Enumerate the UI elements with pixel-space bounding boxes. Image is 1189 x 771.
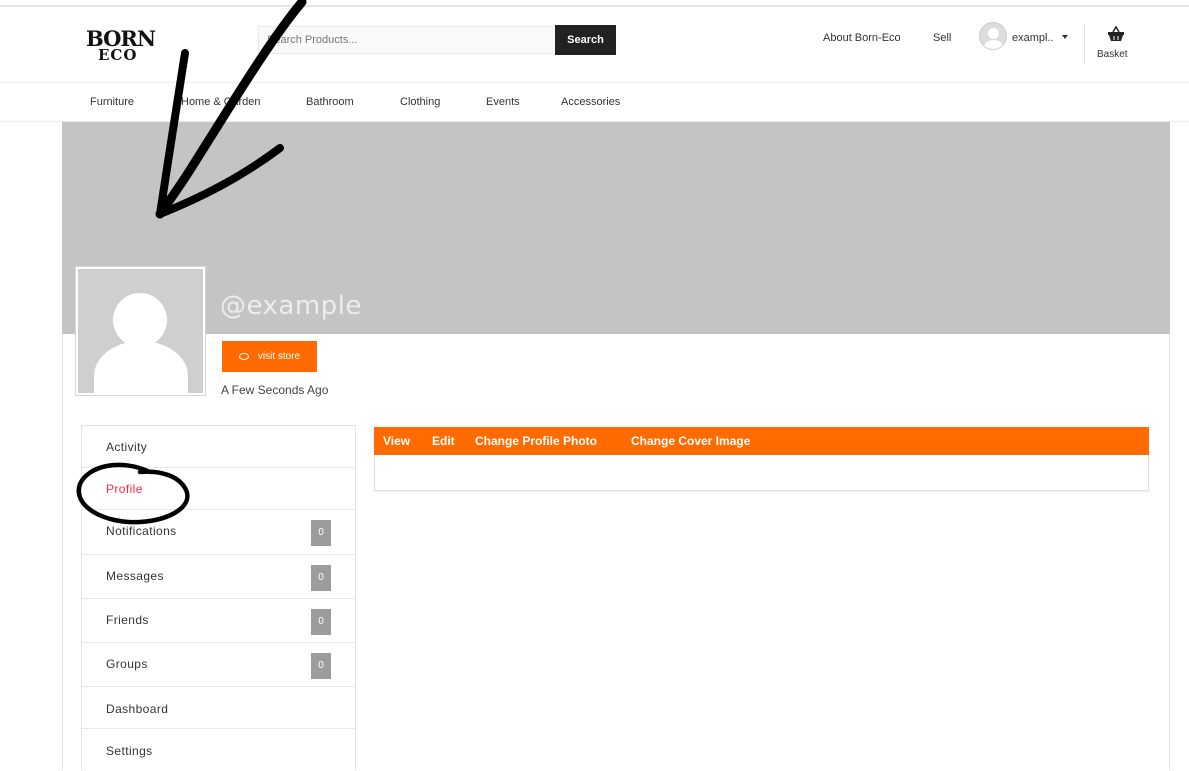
- tab-change-profile-photo[interactable]: Change Profile Photo: [475, 434, 597, 448]
- friends-count-badge: 0: [311, 609, 331, 635]
- top-border: [0, 0, 1189, 7]
- header-divider: [1084, 24, 1085, 64]
- messages-count-badge: 0: [311, 565, 331, 591]
- sidebar-item-friends[interactable]: Friends 0: [82, 599, 355, 643]
- visit-store-button[interactable]: visit store: [222, 341, 317, 372]
- profile-username: @example: [220, 291, 362, 321]
- sell-link[interactable]: Sell: [933, 32, 951, 44]
- nav-item-accessories[interactable]: Accessories: [561, 96, 620, 108]
- user-menu-name[interactable]: exampl..: [1012, 32, 1054, 44]
- nav-item-clothing[interactable]: Clothing: [400, 96, 440, 108]
- sidebar-item-label: Notifications: [106, 524, 177, 538]
- about-link[interactable]: About Born-Eco: [823, 32, 901, 44]
- eye-icon: [238, 352, 249, 360]
- sidebar-item-label: Friends: [106, 613, 149, 627]
- sidebar-item-label: Activity: [106, 440, 148, 454]
- logo-text-eco: ECO: [98, 46, 138, 64]
- tab-change-cover-image[interactable]: Change Cover Image: [631, 434, 750, 448]
- sidebar-item-messages[interactable]: Messages 0: [82, 555, 355, 599]
- notifications-count-badge: 0: [311, 520, 331, 546]
- sidebar-item-groups[interactable]: Groups 0: [82, 643, 355, 687]
- groups-count-badge: 0: [311, 653, 331, 679]
- profile-sidebar: Activity Profile Notifications 0 Message…: [81, 425, 356, 770]
- tab-edit[interactable]: Edit: [432, 434, 455, 448]
- last-active-time: A Few Seconds Ago: [221, 383, 329, 397]
- profile-photo[interactable]: [76, 267, 205, 395]
- sidebar-item-label: Profile: [106, 482, 143, 496]
- nav-item-furniture[interactable]: Furniture: [90, 96, 134, 108]
- sidebar-item-activity[interactable]: Activity: [82, 426, 355, 468]
- nav-item-home-garden[interactable]: Home & Garden: [181, 96, 260, 108]
- born-eco-logo[interactable]: BORN ECO: [86, 26, 156, 70]
- tab-view[interactable]: View: [383, 434, 410, 448]
- sidebar-item-label: Messages: [106, 569, 164, 583]
- basket-icon[interactable]: [1107, 26, 1125, 42]
- search-input[interactable]: [258, 26, 556, 54]
- nav-divider-top: [0, 82, 1189, 83]
- sidebar-item-profile[interactable]: Profile: [82, 468, 355, 510]
- nav-item-bathroom[interactable]: Bathroom: [306, 96, 354, 108]
- sidebar-item-label: Groups: [106, 657, 148, 671]
- sidebar-item-settings[interactable]: Settings: [82, 729, 355, 771]
- search-button[interactable]: Search: [555, 25, 616, 55]
- visit-store-label: visit store: [257, 351, 301, 362]
- sidebar-item-notifications[interactable]: Notifications 0: [82, 510, 355, 555]
- user-avatar-icon[interactable]: [979, 22, 1007, 50]
- basket-label[interactable]: Basket: [1097, 49, 1128, 60]
- sidebar-item-label: Settings: [106, 744, 153, 758]
- sidebar-item-dashboard[interactable]: Dashboard: [82, 687, 355, 729]
- page-frame-left: [62, 334, 63, 770]
- sidebar-item-label: Dashboard: [106, 702, 169, 716]
- page-frame-right: [1169, 334, 1170, 770]
- caret-down-icon[interactable]: [1062, 35, 1068, 39]
- nav-item-events[interactable]: Events: [486, 96, 520, 108]
